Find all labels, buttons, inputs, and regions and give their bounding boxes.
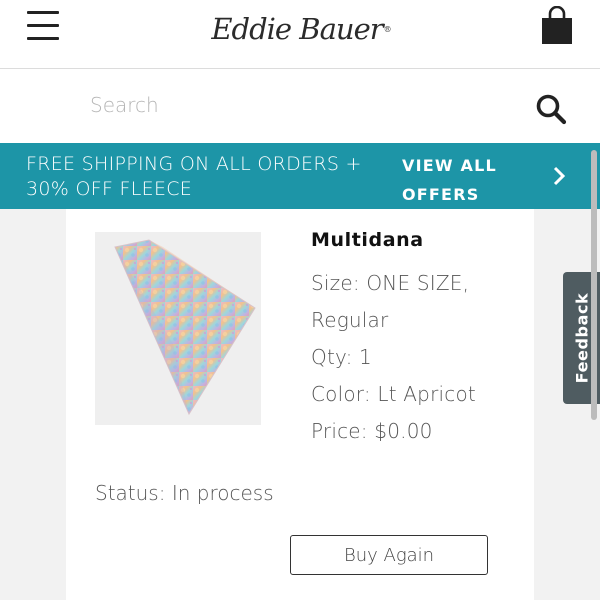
shopping-bag-icon[interactable] bbox=[540, 5, 574, 44]
hamburger-menu-icon[interactable] bbox=[27, 11, 59, 41]
brand-name: Eddie Bauer bbox=[211, 12, 383, 46]
search-bar bbox=[0, 69, 600, 143]
product-image[interactable] bbox=[95, 232, 261, 425]
promo-banner: FREE SHIPPING ON ALL ORDERS + 30% OFF FL… bbox=[0, 143, 600, 209]
search-input[interactable] bbox=[90, 87, 510, 123]
search-icon[interactable] bbox=[534, 92, 568, 126]
brand-logo[interactable]: Eddie Bauer ® bbox=[194, 12, 408, 46]
product-color: Color: Lt Apricot bbox=[311, 382, 476, 406]
order-status: Status: In process bbox=[95, 481, 274, 505]
page-scrollbar[interactable] bbox=[591, 150, 597, 420]
promo-line-1: FREE SHIPPING ON ALL ORDERS + bbox=[26, 153, 362, 175]
brand-mark: ® bbox=[383, 24, 392, 34]
feedback-label: Feedback bbox=[572, 292, 591, 384]
product-details: Multidana Size: ONE SIZE, Regular Qty: 1… bbox=[311, 229, 521, 450]
promo-line-2: 30% OFF FLEECE bbox=[26, 178, 193, 200]
product-size: Size: ONE SIZE, bbox=[311, 271, 470, 295]
product-name-link[interactable]: Multidana bbox=[311, 229, 521, 251]
site-header: Eddie Bauer ® bbox=[0, 0, 600, 69]
view-all-offers-link[interactable]: VIEW ALL OFFERS bbox=[402, 151, 512, 209]
buy-again-button[interactable]: Buy Again bbox=[290, 535, 488, 575]
product-size-fit: Regular bbox=[311, 308, 389, 332]
product-qty: Qty: 1 bbox=[311, 345, 372, 369]
view-all-label: VIEW ALL bbox=[402, 156, 497, 175]
offers-label: OFFERS bbox=[402, 185, 480, 204]
promo-message: FREE SHIPPING ON ALL ORDERS + 30% OFF FL… bbox=[26, 152, 386, 202]
order-item-card: Multidana Size: ONE SIZE, Regular Qty: 1… bbox=[66, 209, 534, 600]
chevron-right-icon[interactable] bbox=[548, 165, 570, 187]
product-price: Price: $0.00 bbox=[311, 419, 433, 443]
